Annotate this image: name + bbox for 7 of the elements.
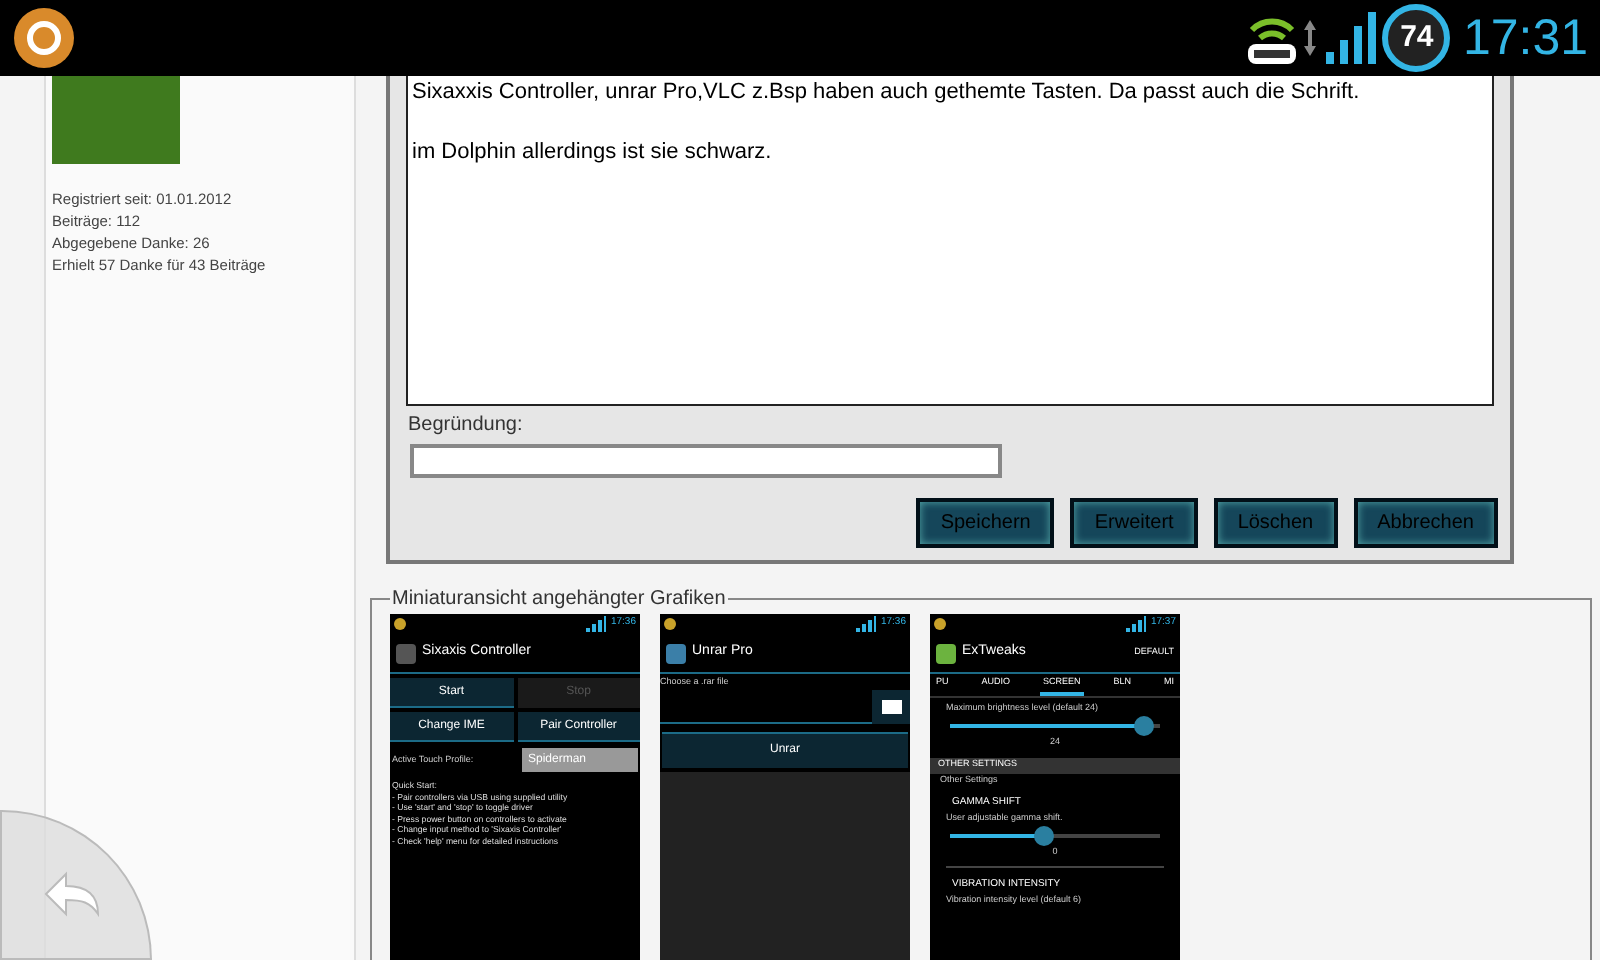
battery-indicator: 74 [1382, 4, 1451, 72]
reason-label: Begründung: [408, 412, 525, 440]
post-text: Sixaxxis Controller, unrar Pro,VLC z.Bsp haben auch gethemte Tasten. Da passt auch die Schrift. [412, 78, 1362, 108]
attachments-legend: Miniaturansicht angehängter Grafiken [390, 584, 728, 614]
post-editor[interactable]: Sixaxxis Controller, unrar Pro,VLC z.Bsp haben auch gethemte Tasten. Da passt auch die Schrift. im Dolphin allerdings ist sie schwarz. [406, 76, 1494, 406]
clock-time: 17:31 [1462, 13, 1588, 63]
post-text: im Dolphin allerdings ist sie schwarz. [412, 137, 774, 167]
